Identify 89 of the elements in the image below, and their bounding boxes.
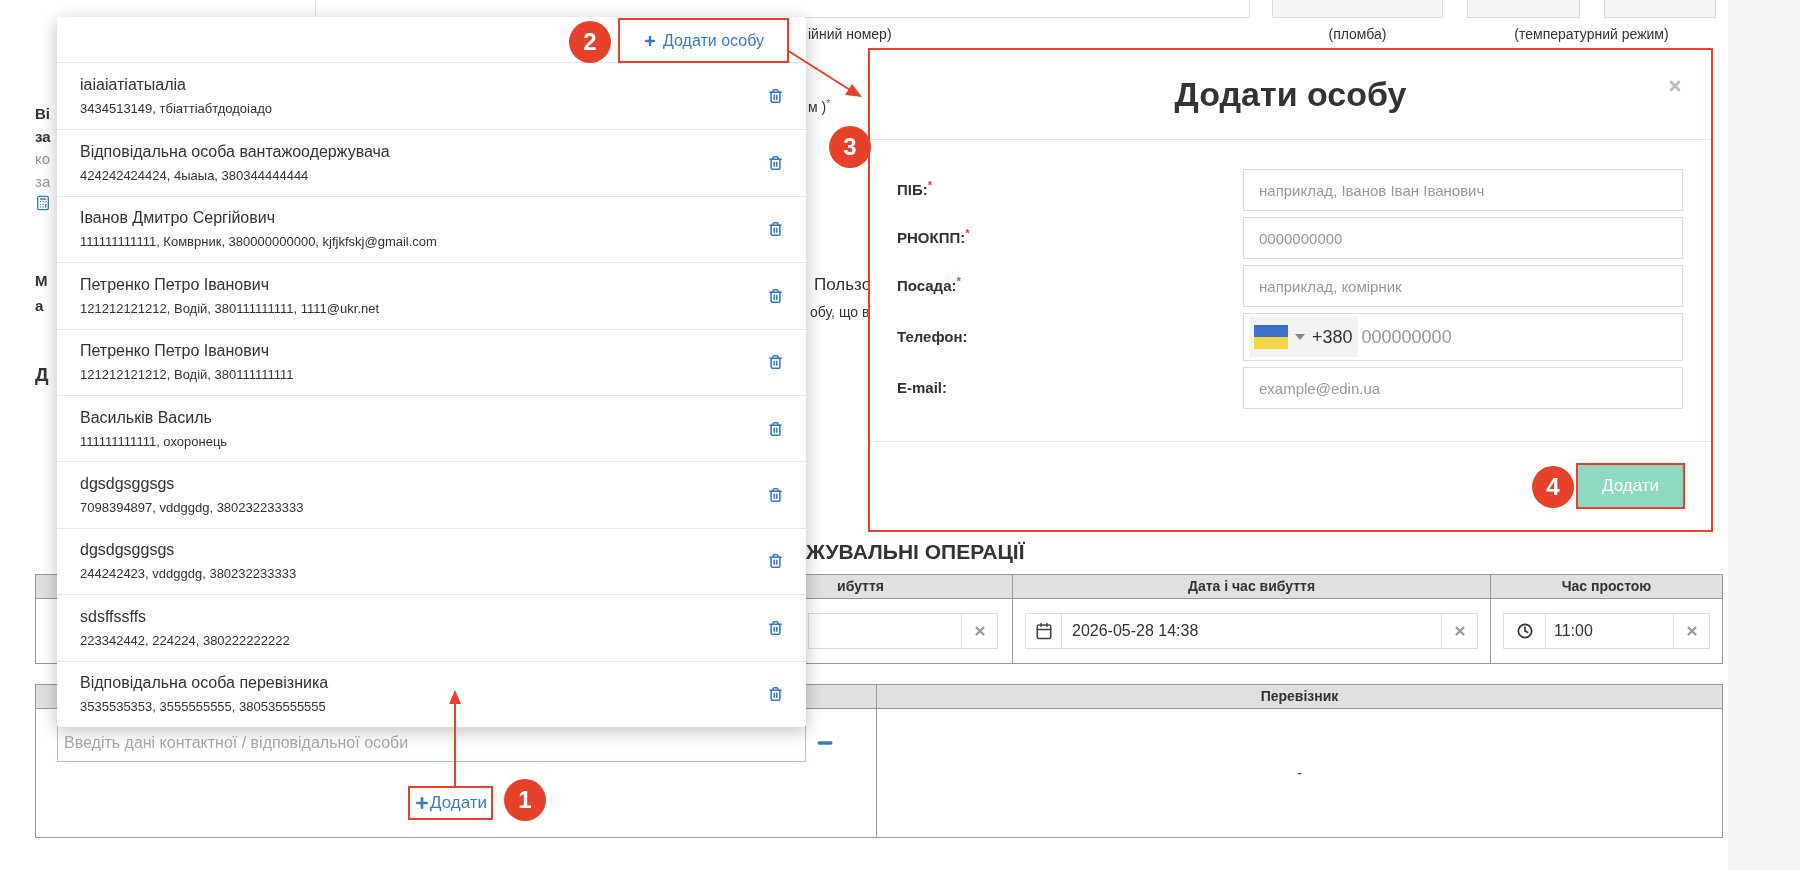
- label-fragment: Ві: [35, 105, 51, 123]
- label-fragment: Д: [35, 366, 50, 384]
- person-name: Васильків Василь: [80, 407, 213, 428]
- label-fragment: за: [35, 128, 52, 146]
- flag-icon: [1254, 325, 1288, 349]
- person-list-item[interactable]: Петренко Петро Іванович 121212121212, Водій, 380111111111, 1111@ukr.net: [57, 262, 806, 329]
- person-details: 111111111111, Комврник, 380000000000, kjfjkfskj@gmail.com: [80, 234, 438, 251]
- person-list-item[interactable]: Іванов Дмитро Сергійович 111111111111, Комврник, 380000000000, kjfjkfskj@gmail.com: [57, 195, 806, 263]
- contact-search-field[interactable]: Введіть дані контактної / відповідальної особи: [57, 724, 806, 762]
- person-name: dgsdgsggsgs: [80, 540, 176, 561]
- delete-icon[interactable]: [768, 354, 783, 371]
- phone-field[interactable]: +380 000000000: [1243, 313, 1683, 361]
- date-value: 2026-05-28 14:38: [1071, 621, 1200, 641]
- text-field[interactable]: 0000000000: [1243, 217, 1683, 259]
- person-list-item[interactable]: Відповідальна особа перевізника 3535535353, 3555555555, 380535555555: [57, 660, 806, 727]
- person-name: sdsffssffs: [80, 606, 148, 627]
- delete-icon[interactable]: [768, 487, 783, 504]
- person-details: 3535535353, 3555555555, 380535555555: [80, 699, 327, 716]
- delete-icon[interactable]: [768, 155, 783, 172]
- column-header: Перевізник: [877, 685, 1722, 709]
- field-caption: (температурний режим): [1513, 24, 1670, 44]
- delete-icon[interactable]: [768, 221, 783, 238]
- clock-icon: [1516, 623, 1533, 639]
- field-caption: (пломба): [1327, 24, 1388, 44]
- delete-icon[interactable]: [768, 420, 783, 437]
- text-field[interactable]: наприклад, комірник: [1243, 265, 1683, 307]
- column-header: Дата і час вибуття: [1013, 575, 1491, 599]
- close-icon: [1684, 624, 1699, 638]
- calculator-icon[interactable]: [35, 195, 51, 211]
- close-icon: [1452, 624, 1467, 638]
- person-list-item[interactable]: sdsffssffs 223342442, 224224, 380222222222: [57, 594, 806, 661]
- delete-icon[interactable]: [768, 88, 783, 105]
- text-field[interactable]: example@edin.ua: [1243, 367, 1683, 409]
- field-caption: ійний номер): [808, 24, 893, 44]
- caret-icon[interactable]: [1294, 333, 1306, 341]
- delete-icon[interactable]: [768, 287, 783, 304]
- close-icon: [972, 624, 987, 638]
- person-name: Петренко Петро Іванович: [80, 274, 270, 295]
- person-name: Іванов Дмитро Сергійович: [80, 208, 277, 229]
- label-fragment: а: [35, 297, 45, 315]
- delete-icon[interactable]: [768, 553, 783, 570]
- person-list-item[interactable]: iaiaiатiатыaлia 3434513149, тбiаттiабтдодоiадо: [57, 63, 806, 130]
- label-fragment: за: [35, 173, 52, 191]
- person-details: 7098394897, vddggdg, 380232233333: [80, 500, 305, 517]
- person-details: 223342442, 224224, 380222222222: [80, 632, 291, 649]
- person-list-item[interactable]: Відповідальна особа вантажоодержувача 424242424424, 4ыаыа, 380344444444: [57, 129, 806, 196]
- carrier-value: -: [1297, 763, 1302, 783]
- field-label: ПІБ:$^{*}$: [897, 178, 934, 200]
- seal-field[interactable]: [1272, 0, 1443, 18]
- field-label: E-mail:: [897, 377, 948, 398]
- field-label: Телефон:: [897, 326, 969, 347]
- time-field[interactable]: 11:00: [1503, 613, 1710, 649]
- field-label: РНОКПП:$^{*}$: [897, 226, 971, 248]
- person-name: Відповідальна особа перевізника: [80, 673, 330, 694]
- person-list-item[interactable]: Петренко Петро Іванович 121212121212, Водій, 380111111111: [57, 328, 806, 395]
- person-name: Петренко Петро Іванович: [80, 341, 270, 362]
- person-list-item[interactable]: dgsdgsggsgs 244242423, vddggdg, 380232233333: [57, 527, 806, 595]
- plus-icon: [643, 33, 657, 48]
- person-details: 111111111111, охоронець: [80, 433, 229, 450]
- phone-number-field[interactable]: 000000000: [1361, 323, 1682, 351]
- date-field[interactable]: [808, 613, 998, 649]
- time-value: 11:00: [1553, 621, 1594, 641]
- delete-icon[interactable]: [768, 686, 783, 703]
- add-person-button[interactable]: Додати особу: [618, 18, 789, 63]
- label-fragment: ко: [35, 150, 52, 168]
- person-details: 424242424424, 4ыаыа, 380344444444: [80, 168, 310, 185]
- add-contact-button[interactable]: Додати: [408, 786, 494, 820]
- label-fragment: М: [35, 272, 49, 290]
- country-code: +380: [1312, 325, 1353, 349]
- date-field[interactable]: 2026-05-28 14:38: [1025, 613, 1478, 649]
- person-details: 3434513149, тбiаттiабтдодоiадо: [80, 101, 274, 118]
- person-details: 121212121212, Водій, 380111111111, 1111@ukr.net: [80, 300, 381, 317]
- min-field[interactable]: [1467, 0, 1580, 18]
- field-label: Посада:$^{*}$: [897, 274, 962, 296]
- text-field[interactable]: наприклад, Іванов Іван Іванович: [1243, 169, 1683, 211]
- calendar-icon: [1034, 622, 1053, 640]
- person-details: 121212121212, Водій, 380111111111: [80, 367, 295, 384]
- plus-icon: [414, 795, 430, 811]
- column-header: Час простою: [1491, 575, 1722, 599]
- person-name: iaiaiатiатыaлia: [80, 75, 187, 96]
- person-list-item[interactable]: dgsdgsggsgs 7098394897, vddggdg, 380232233333: [57, 461, 806, 528]
- person-name: Відповідальна особа вантажоодержувача: [80, 142, 391, 163]
- label-fragment: м )$^{*}$: [808, 97, 832, 117]
- person-name: dgsdgsggsgs: [80, 474, 176, 495]
- dialog-title: Додати особу: [1174, 74, 1407, 115]
- delete-icon[interactable]: [768, 619, 783, 636]
- person-list-item[interactable]: Васильків Василь 111111111111, охоронець: [57, 394, 806, 462]
- max-field[interactable]: [1604, 0, 1716, 18]
- section-heading: ЖУВАЛЬНІ ОПЕРАЦІЇ: [806, 540, 1025, 563]
